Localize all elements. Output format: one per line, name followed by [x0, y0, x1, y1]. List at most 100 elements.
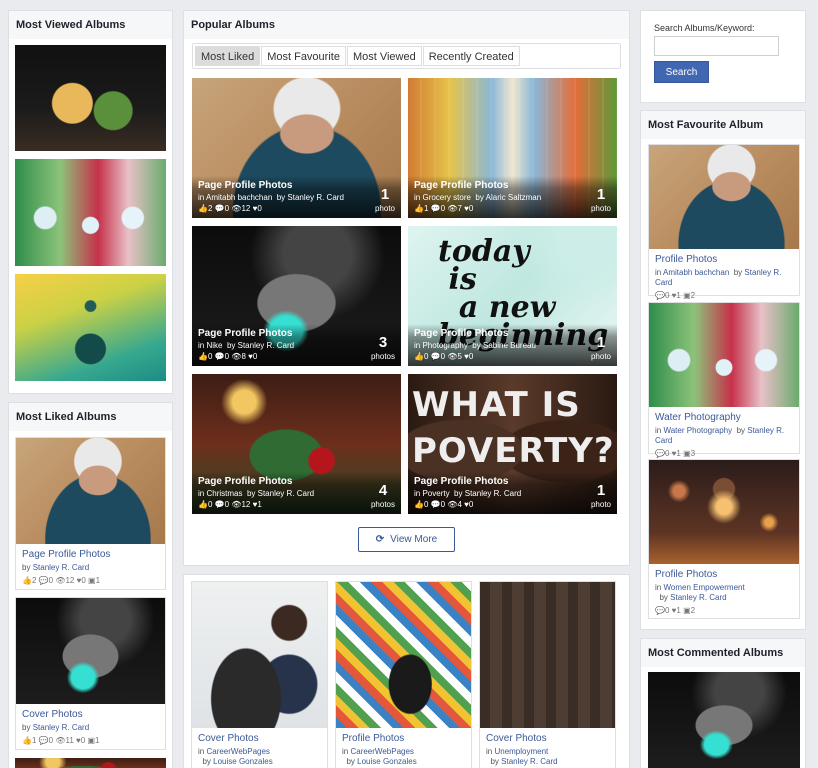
album-thumbnail[interactable] — [648, 672, 800, 768]
popular-album-tile[interactable]: Page Profile Photos in Amitabh bachchan … — [192, 78, 401, 218]
owner-link[interactable]: Stanley R. Card — [465, 489, 521, 498]
album-stats: 👍1 💬0 👁11 ♥0 ▣1 — [22, 736, 100, 745]
category-link[interactable]: Unemployment — [494, 747, 548, 756]
album-title[interactable]: Page Profile Photos — [414, 476, 611, 487]
tile-overlay: Page Profile Photos in Christmas by Stan… — [192, 472, 401, 514]
owner-link[interactable]: Stanley R. Card — [287, 193, 343, 202]
popular-album-tile[interactable]: today is a new beginning Page Profile Ph… — [408, 226, 617, 366]
album-title[interactable]: Page Profile Photos — [414, 328, 611, 339]
album-thumbnail[interactable] — [15, 274, 166, 381]
tile-overlay: Page Profile Photos in Nike by Stanley R… — [192, 324, 401, 366]
like-icon: 👍 — [198, 352, 208, 361]
album-thumbnail[interactable] — [15, 45, 166, 151]
album-stats: 💬0 ♥1 ▣3 — [655, 449, 696, 458]
search-button[interactable]: Search — [654, 61, 709, 83]
popular-album-tile[interactable]: Page Profile Photos in Grocery store by … — [408, 78, 617, 218]
album-thumbnail[interactable] — [16, 438, 165, 544]
album-title[interactable]: Profile Photos — [342, 733, 465, 744]
album-card[interactable]: Page Profile Photos by Stanley R. Card 👍… — [15, 437, 166, 590]
album-title[interactable]: Cover Photos — [198, 733, 321, 744]
popular-album-tile[interactable]: Page Profile Photos in Christmas by Stan… — [192, 374, 401, 514]
album-title[interactable]: Page Profile Photos — [198, 328, 395, 339]
album-thumbnail[interactable] — [649, 303, 799, 407]
popular-albums-panel: Popular Albums Most Liked Most Favourite… — [183, 10, 630, 566]
album-card[interactable]: Cover Photos in CareerWebPages by Louise… — [191, 581, 328, 768]
album-card[interactable]: Cover Photos by Stanley R. Card 👍1 💬0 👁1… — [15, 597, 166, 750]
popular-tabs: Most Liked Most Favourite Most Viewed Re… — [192, 43, 621, 69]
album-card[interactable]: Profile Photos in Women Empowerment by S… — [648, 459, 800, 619]
category-link[interactable]: Christmas — [206, 489, 242, 498]
category-link[interactable]: Poverty — [422, 489, 449, 498]
owner-link[interactable]: Stanley R. Card — [501, 757, 557, 766]
album-thumbnail[interactable] — [15, 159, 166, 266]
tile-overlay: Page Profile Photos in Photography by Sa… — [408, 324, 617, 366]
owner-link[interactable]: Stanley R. Card — [238, 341, 294, 350]
album-thumbnail[interactable] — [15, 758, 166, 768]
album-meta: in CareerWebPages by Louise Gonzales — [342, 747, 417, 766]
category-link[interactable]: Water Photography — [663, 426, 732, 435]
owner-link[interactable]: Stanley R. Card — [33, 723, 89, 732]
popular-album-tile[interactable]: Page Profile Photos in Nike by Stanley R… — [192, 226, 401, 366]
album-title[interactable]: Water Photography — [655, 412, 793, 423]
category-link[interactable]: CareerWebPages — [350, 747, 413, 756]
album-thumbnail[interactable] — [480, 582, 615, 728]
album-meta: in Grocery store by Alaric Saltzman — [414, 193, 542, 202]
photo-icon: ▣ — [88, 576, 96, 585]
most-commented-panel: Most Commented Albums — [640, 638, 806, 768]
tab-most-viewed[interactable]: Most Viewed — [346, 46, 422, 66]
album-title[interactable]: Page Profile Photos — [414, 180, 611, 191]
popular-album-tile[interactable]: WHAT IS POVERTY? Page Profile Photos in … — [408, 374, 617, 514]
album-meta: in Women Empowerment by Stanley R. Card — [655, 583, 745, 602]
photo-icon: ▣ — [87, 736, 96, 745]
album-card[interactable]: Cover Photos in Unemployment by Stanley … — [479, 581, 616, 768]
owner-link[interactable]: Stanley R. Card — [670, 593, 726, 602]
album-title[interactable]: Page Profile Photos — [198, 476, 395, 487]
category-link[interactable]: Photography — [422, 341, 467, 350]
category-link[interactable]: Women Empowerment — [663, 583, 744, 592]
album-card[interactable]: Water Photography in Water Photography b… — [648, 302, 800, 458]
view-more-button[interactable]: ⟳ View More — [358, 527, 455, 552]
album-title[interactable]: Page Profile Photos — [198, 180, 395, 191]
owner-link[interactable]: Louise Gonzales — [213, 757, 273, 766]
tab-most-liked[interactable]: Most Liked — [195, 46, 261, 66]
owner-link[interactable]: Alaric Saltzman — [486, 193, 542, 202]
owner-link[interactable]: Stanley R. Card — [258, 489, 314, 498]
album-title[interactable]: Page Profile Photos — [22, 549, 159, 560]
tile-overlay: Page Profile Photos in Poverty by Stanle… — [408, 472, 617, 514]
category-link[interactable]: Amitabh bachchan — [206, 193, 272, 202]
tile-overlay: Page Profile Photos in Amitabh bachchan … — [192, 176, 401, 218]
album-stats: 👍2 💬0 👁12 ♥0 ▣1 — [22, 576, 101, 585]
tab-recently-created[interactable]: Recently Created — [422, 46, 520, 66]
category-link[interactable]: Amitabh bachchan — [663, 268, 729, 277]
search-input[interactable] — [654, 36, 779, 56]
photo-count: 4 photos — [370, 482, 395, 509]
album-title[interactable]: Cover Photos — [486, 733, 609, 744]
album-title[interactable]: Cover Photos — [22, 709, 159, 720]
most-viewed-panel: Most Viewed Albums — [8, 10, 173, 394]
category-link[interactable]: Nike — [206, 341, 222, 350]
comment-icon: 💬 — [655, 606, 665, 615]
album-thumbnail[interactable] — [649, 145, 799, 249]
comment-icon: 💬 — [38, 736, 49, 745]
view-icon: 👁 — [231, 500, 242, 509]
album-title[interactable]: Profile Photos — [655, 569, 793, 580]
photo-count: 1 photo — [590, 334, 611, 361]
album-card[interactable]: Profile Photos in Amitabh bachchan by St… — [648, 144, 800, 300]
category-link[interactable]: Grocery store — [422, 193, 470, 202]
album-thumbnail[interactable] — [649, 460, 799, 564]
refresh-icon: ⟳ — [375, 534, 385, 545]
comment-icon: 💬 — [430, 352, 441, 361]
album-title[interactable]: Profile Photos — [655, 254, 793, 265]
album-stats: 👍1 💬0 👁7 ♥0 — [414, 204, 474, 213]
owner-link[interactable]: Stanley R. Card — [33, 563, 89, 572]
owner-link[interactable]: Louise Gonzales — [357, 757, 417, 766]
owner-link[interactable]: Sabine Bureau — [483, 341, 536, 350]
comment-icon: 💬 — [214, 204, 225, 213]
album-card[interactable]: Profile Photos in CareerWebPages by Loui… — [335, 581, 472, 768]
tab-most-favourite[interactable]: Most Favourite — [261, 46, 346, 66]
category-link[interactable]: CareerWebPages — [206, 747, 269, 756]
album-stats: 👍2 💬0 👁12 ♥0 — [198, 204, 262, 213]
album-thumbnail[interactable] — [16, 598, 165, 704]
album-thumbnail[interactable] — [192, 582, 327, 728]
album-thumbnail[interactable] — [336, 582, 471, 728]
